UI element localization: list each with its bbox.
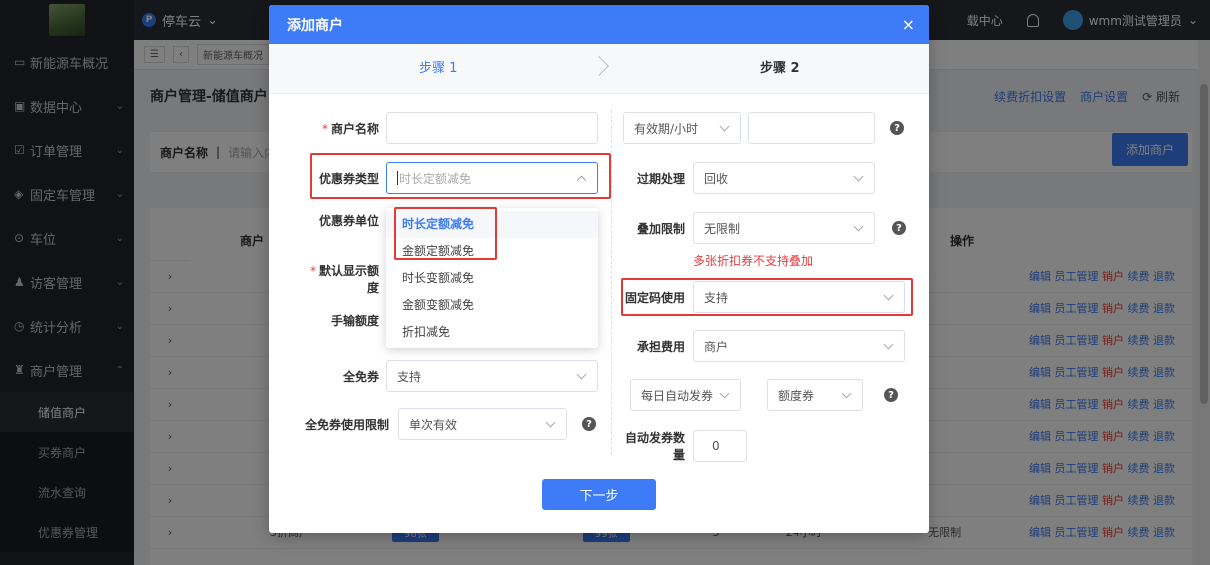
help-icon[interactable]: ?: [884, 388, 898, 402]
cost-label: 承担费用: [636, 339, 685, 354]
dropdown-option[interactable]: 折扣减免: [386, 319, 598, 346]
help-icon[interactable]: ?: [890, 121, 904, 135]
text-cursor: [397, 171, 398, 185]
coupon-type-placeholder: 时长定额减免: [399, 171, 472, 186]
free-limit-select[interactable]: 单次有效: [398, 408, 567, 440]
auto-issue-row: 每日自动发券 额度券 ?: [630, 379, 898, 411]
stack-warning: 多张折扣券不支持叠加: [693, 254, 814, 268]
cost-row: 承担费用 商户: [623, 330, 905, 362]
stack-label: 叠加限制: [636, 221, 685, 236]
coupon-type-dropdown: 时长定额减免 金额定额减免 时长变额减免 金额变额减免 折扣减免: [386, 208, 598, 348]
free-coupon-label: 全免券: [342, 369, 379, 384]
dialog-header: 添加商户 ×: [269, 5, 929, 44]
cost-value: 商户: [704, 339, 729, 354]
chevron-down-icon: [841, 388, 852, 399]
coupon-type-row: 优惠券类型 时长定额减免: [299, 162, 598, 194]
merchant-name-label: * 商户名称: [299, 120, 379, 137]
step-indicator: 步骤 1 步骤 2: [269, 44, 929, 94]
validity-select-value: 有效期/小时: [634, 121, 699, 136]
merchant-name-label-text: 商户名称: [330, 121, 379, 136]
required-mark: *: [321, 121, 328, 136]
stack-row: 叠加限制 无限制 ?: [623, 212, 906, 244]
validity-select[interactable]: 有效期/小时: [623, 112, 741, 144]
chevron-down-icon: [545, 417, 556, 428]
dropdown-option[interactable]: 时长定额减免: [386, 211, 598, 238]
default-amount-label-text: 默认显示额度: [318, 264, 379, 295]
auto-count-label: 自动发券数量: [624, 431, 685, 462]
column-divider: [611, 110, 612, 455]
coupon-kind-select[interactable]: 额度券: [767, 379, 863, 411]
free-coupon-value: 支持: [397, 369, 422, 384]
fixed-code-row: 固定码使用 支持: [623, 281, 905, 313]
chevron-down-icon: [576, 369, 587, 380]
next-step-button[interactable]: 下一步: [542, 479, 656, 510]
free-limit-row: 全免券使用限制 单次有效 ?: [299, 408, 596, 440]
expire-label: 过期处理: [636, 171, 685, 186]
chevron-down-icon: [719, 121, 730, 132]
chevron-down-icon: [853, 221, 864, 232]
chevron-down-icon: [883, 339, 894, 350]
help-icon[interactable]: ?: [892, 221, 906, 235]
auto-issue-select[interactable]: 每日自动发券: [630, 379, 741, 411]
dialog-title: 添加商户: [287, 17, 343, 34]
chevron-up-icon: [576, 175, 587, 186]
coupon-kind-value: 额度券: [778, 388, 815, 403]
chevron-down-icon: [719, 388, 730, 399]
expire-row: 过期处理 回收: [623, 162, 875, 194]
validity-row: 有效期/小时 ?: [623, 112, 904, 144]
chevron-right-icon: [589, 56, 609, 76]
add-merchant-dialog: 添加商户 × 步骤 1 步骤 2 * 商户名称 优惠券类型 时长定额减免 优惠券单…: [269, 5, 929, 533]
validity-input[interactable]: [748, 112, 875, 144]
expire-value: 回收: [704, 171, 729, 186]
step-2[interactable]: 步骤 2: [760, 44, 800, 94]
default-amount-label: * 默认显示额度: [299, 262, 379, 296]
manual-amount-row: 手输额度: [299, 312, 379, 329]
dropdown-option[interactable]: 时长变额减免: [386, 265, 598, 292]
manual-amount-label: 手输额度: [330, 314, 379, 328]
fixed-code-select[interactable]: 支持: [693, 281, 905, 313]
free-limit-label: 全免券使用限制: [304, 417, 389, 432]
required-mark: *: [309, 264, 316, 278]
coupon-type-label: 优惠券类型: [318, 171, 379, 186]
default-amount-row: * 默认显示额度: [299, 262, 379, 296]
merchant-name-input[interactable]: [386, 112, 598, 144]
free-limit-value: 单次有效: [409, 417, 458, 432]
merchant-name-row: * 商户名称: [299, 112, 598, 144]
stack-value: 无限制: [704, 221, 741, 236]
expire-select[interactable]: 回收: [693, 162, 875, 194]
dropdown-option[interactable]: 金额定额减免: [386, 238, 598, 265]
auto-issue-value: 每日自动发券: [641, 388, 714, 403]
auto-count-input[interactable]: 0: [693, 430, 747, 462]
stack-select[interactable]: 无限制: [693, 212, 875, 244]
step-1[interactable]: 步骤 1: [419, 44, 457, 94]
free-coupon-select[interactable]: 支持: [386, 360, 598, 392]
close-icon[interactable]: ×: [902, 15, 915, 34]
fixed-code-label: 固定码使用: [624, 290, 685, 305]
chevron-down-icon: [883, 290, 894, 301]
fixed-code-value: 支持: [704, 290, 729, 305]
cost-select[interactable]: 商户: [693, 330, 905, 362]
free-coupon-row: 全免券 支持: [299, 360, 598, 392]
coupon-unit-label: 优惠券单位: [318, 214, 379, 228]
dropdown-option[interactable]: 金额变额减免: [386, 292, 598, 319]
coupon-unit-row: 优惠券单位: [299, 212, 379, 229]
chevron-down-icon: [853, 171, 864, 182]
auto-count-row: 自动发券数量 0: [617, 429, 747, 463]
help-icon[interactable]: ?: [582, 417, 596, 431]
coupon-type-select[interactable]: 时长定额减免: [386, 162, 598, 194]
